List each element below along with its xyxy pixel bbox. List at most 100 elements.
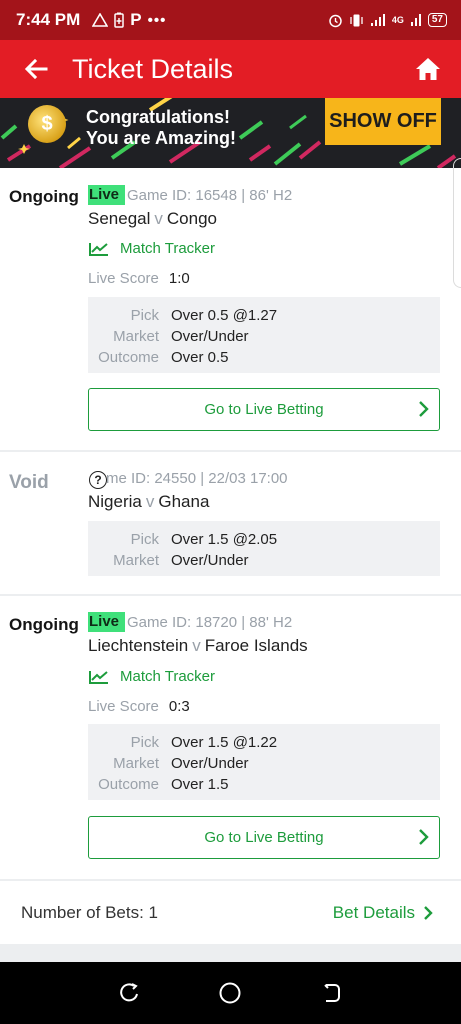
ticket-status: Void [9,472,49,493]
alarm-icon [329,14,342,27]
bottom-spacer [0,944,461,962]
chevron-right-icon [419,829,429,845]
home-icon [416,58,440,80]
signal-icon-2 [410,14,421,26]
live-score-label: Live Score [88,698,159,715]
promo-banner[interactable]: $ Congratulations! You are Amazing! SHOW… [0,98,461,168]
away-team: Faroe Islands [204,636,308,655]
signal-icon [370,14,385,26]
chart-line-icon [89,670,108,684]
outcome-row: Outcome Over 1.5 [88,774,440,795]
live-betting-label: Go to Live Betting [204,829,324,846]
back-button[interactable] [8,40,64,98]
market-row: Market Over/Under [88,550,440,571]
app-bar: Ticket Details [0,40,461,98]
divider [0,594,461,596]
pick-label: Pick [130,531,159,548]
game-meta: Game ID: 16548 | 86' H2 [127,187,293,204]
pick-value: Over 0.5 @1.27 [171,307,278,324]
live-betting-label: Go to Live Betting [204,401,324,418]
market-value: Over/Under [171,552,249,569]
p-icon: P [130,10,142,29]
game-meta: me ID: 24550 | 22/03 17:00 [106,470,288,487]
market-label: Market [113,552,159,569]
pick-value: Over 1.5 @1.22 [171,734,278,751]
network-type: 4G [391,15,404,25]
status-time: 7:44 PM [16,10,81,29]
page-title: Ticket Details [72,53,234,84]
back-arrow-icon [24,58,48,80]
status-right: 4G 57 [328,13,447,28]
side-drawer-handle[interactable] [453,158,461,288]
away-team: Ghana [158,492,210,511]
bet-details-link[interactable]: Bet Details [333,903,433,923]
match-tracker-link[interactable]: Match Tracker [88,240,215,257]
ticket-status: Ongoing [9,615,79,634]
go-to-live-betting-button[interactable]: Go to Live Betting [88,388,440,431]
home-button[interactable] [403,40,453,98]
pick-row: Pick Over 1.5 @1.22 [88,732,440,753]
versus: v [192,636,201,655]
go-to-live-betting-button[interactable]: Go to Live Betting [88,816,440,859]
recent-apps-icon[interactable] [119,982,141,1004]
banner-line-2: You are Amazing! [86,128,237,148]
match-tracker-link[interactable]: Match Tracker [88,668,215,685]
match-teams: Nigeria v Ghana [88,492,209,512]
live-badge: Live [88,612,125,632]
battery-saver-icon [114,12,124,28]
live-score: Live Score 0:3 [88,698,190,715]
home-circle-icon[interactable] [218,981,242,1005]
match-teams: Liechtenstein v Faroe Islands [88,636,308,656]
away-team: Congo [166,209,217,228]
outcome-value: Over 1.5 [171,776,229,793]
bets-count: Number of Bets: 1 [21,903,159,922]
bet-details-box: Pick Over 0.5 @1.27 Market Over/Under Outc… [88,297,440,373]
status-left-icons: P ••• [92,10,166,30]
versus: v [145,492,155,511]
system-nav-bar [0,962,461,1024]
pick-row: Pick Over 0.5 @1.27 [88,305,440,326]
bet-details-label: Bet Details [332,903,415,922]
outcome-label: Outcome [98,776,159,793]
live-score-label: Live Score [88,270,159,287]
pick-value: Over 1.5 @2.05 [171,531,278,548]
market-value: Over/Under [171,328,249,345]
match-teams: Senegal v Congo [88,209,217,229]
warning-icon [92,13,109,27]
market-row: Market Over/Under [88,753,440,774]
banner-text: Congratulations! You are Amazing! [86,107,236,149]
home-team: Senegal [88,209,151,228]
show-off-button[interactable]: SHOW OFF [325,98,441,145]
pick-label: Pick [130,734,159,751]
vibrate-icon [350,14,363,26]
live-score: Live Score 1:0 [88,270,190,287]
coin-icon: $ [28,105,66,143]
market-label: Market [113,328,159,345]
versus: v [154,209,163,228]
bets-summary-bar: Number of Bets: 1 Bet Details [0,882,461,944]
divider [0,879,461,881]
divider [0,450,461,452]
home-team: Liechtenstein [88,636,189,655]
live-score-value: 0:3 [168,698,190,715]
market-row: Market Over/Under [88,326,440,347]
live-badge: Live [88,185,125,205]
outcome-row: Outcome Over 0.5 [88,347,440,368]
match-tracker-label: Match Tracker [120,668,216,685]
outcome-label: Outcome [98,349,159,366]
status-bar: 7:44 PM P ••• 4G 57 [0,0,461,40]
match-tracker-label: Match Tracker [120,240,216,257]
question-icon: ? [89,471,107,489]
home-team: Nigeria [88,492,142,511]
banner-line-1: Congratulations! [86,107,230,127]
outcome-value: Over 0.5 [171,349,229,366]
pick-row: Pick Over 1.5 @2.05 [88,529,440,550]
game-meta: Game ID: 18720 | 88' H2 [127,614,293,631]
live-score-value: 1:0 [168,270,190,287]
chevron-right-icon [419,401,429,417]
market-label: Market [113,755,159,772]
chevron-right-icon [424,906,433,920]
bet-details-box: Pick Over 1.5 @1.22 Market Over/Under Outc… [88,724,440,800]
back-nav-icon[interactable] [320,982,342,1004]
ticket-status: Ongoing [9,187,79,206]
